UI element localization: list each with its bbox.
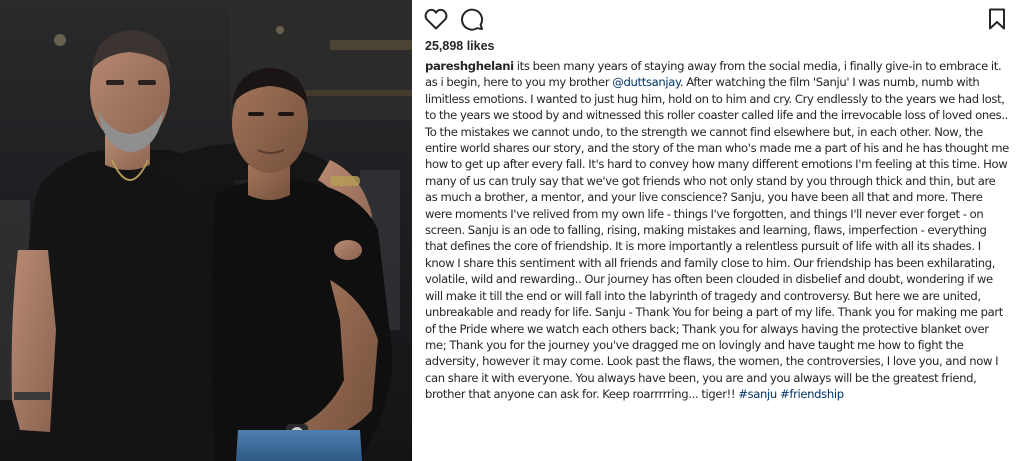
action-bar <box>422 0 1010 38</box>
comment-icon[interactable] <box>460 7 484 31</box>
post-sidebar: 25,898 likes pareshghelani its been many… <box>412 0 1024 461</box>
hashtag-friendship[interactable]: #friendship <box>780 387 844 401</box>
post-caption: pareshghelani its been many years of sta… <box>425 58 1010 403</box>
caption-mention-link[interactable]: @duttsanjay <box>612 75 680 89</box>
heart-icon[interactable] <box>424 8 448 30</box>
post-photo[interactable] <box>0 0 412 461</box>
instagram-post: 25,898 likes pareshghelani its been many… <box>0 0 1024 461</box>
bookmark-icon[interactable] <box>988 8 1006 30</box>
caption-username[interactable]: pareshghelani <box>425 59 514 73</box>
caption-text-part2: . After watching the film 'Sanju' I was … <box>425 75 1009 402</box>
like-count[interactable]: 25,898 likes <box>425 39 1010 53</box>
photo-illustration <box>0 0 412 461</box>
hashtag-sanju[interactable]: #sanju <box>738 387 777 401</box>
